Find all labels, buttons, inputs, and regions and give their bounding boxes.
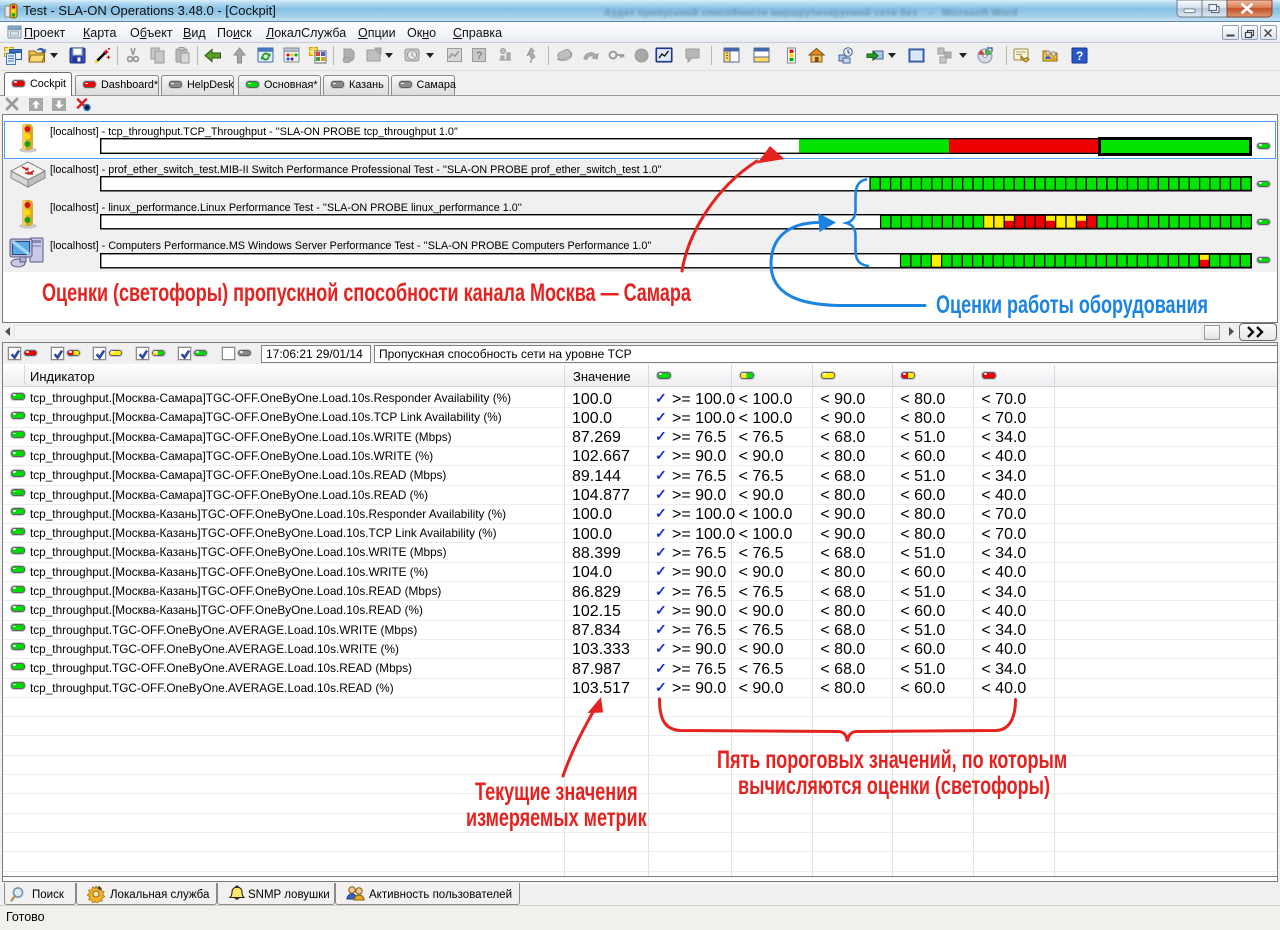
svg-text:?: ? <box>476 50 483 62</box>
svg-text:?: ? <box>1076 49 1083 63</box>
